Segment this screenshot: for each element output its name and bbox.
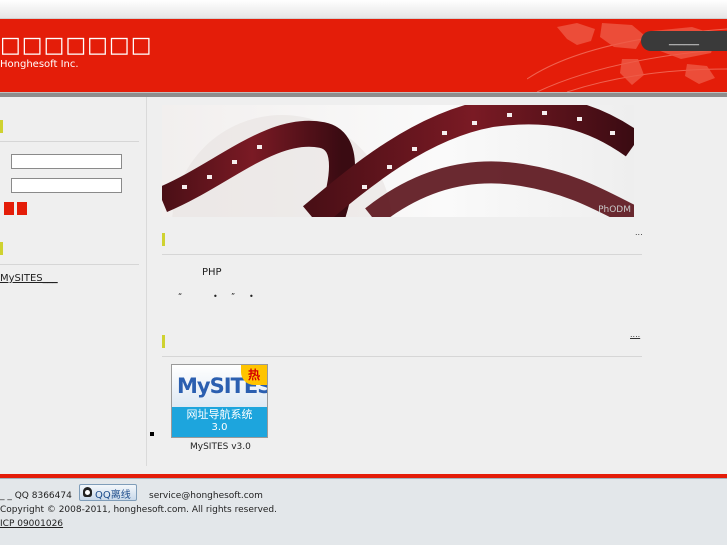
sidebar-section-marker-links: [0, 242, 3, 255]
product-title-band: 网址导航系统 3.0: [172, 407, 267, 437]
hot-badge: 热: [241, 365, 267, 385]
footer-copyright: Copyright © 2008-2011, honghesoft.com. A…: [0, 505, 278, 515]
product-chinese-title: 网址导航系统: [186, 408, 253, 421]
site-logo-title: □□□□□□□: [0, 33, 153, 58]
sidebar-divider: [0, 264, 139, 265]
banner-watermark: PhODM: [598, 205, 631, 215]
sidebar-link-mysites[interactable]: MySITES___: [0, 273, 58, 284]
site-header: □□□□□□□ Honghesoft Inc.: [0, 19, 727, 92]
site-logo-subtitle: Honghesoft Inc.: [0, 59, 79, 70]
footer-icp-link[interactable]: ICP 09001026: [0, 519, 63, 529]
section-marker-products: [162, 335, 165, 348]
footer-qq-text: _ _ QQ 8366474: [0, 491, 72, 501]
top-bar: [0, 0, 727, 19]
qq-status-button[interactable]: QQ离线: [79, 484, 137, 501]
qq-button-label: QQ离线: [95, 490, 131, 501]
product-thumbnail-mysites[interactable]: MySITES 热 网址导航系统 3.0: [171, 364, 268, 438]
product-thumbnail-top: MySITES 热: [172, 365, 267, 407]
footer-email[interactable]: service@honghesoft.com: [149, 491, 263, 501]
more-link-products[interactable]: ....: [630, 330, 640, 339]
section-divider: [162, 356, 642, 357]
section-divider: [162, 254, 642, 255]
intro-quote-left: “: [178, 292, 183, 301]
sidebar-section-marker-login: [0, 120, 3, 133]
intro-text: PHP: [202, 267, 222, 278]
username-input[interactable]: [11, 154, 122, 169]
product-version-badge: 3.0: [211, 422, 228, 433]
intro-quote-right: ”: [231, 292, 236, 301]
register-button[interactable]: [17, 202, 27, 215]
product-caption[interactable]: MySITES v3.0: [190, 442, 251, 452]
login-button[interactable]: [4, 202, 14, 215]
list-bullet: [150, 432, 154, 436]
section-marker-about: [162, 233, 165, 246]
world-map-graphic: [527, 23, 727, 92]
qq-penguin-icon: [83, 487, 92, 497]
intro-dot: •: [249, 292, 254, 301]
film-reel-graphic: [162, 105, 634, 217]
sidebar-divider: [0, 141, 139, 142]
more-link-about[interactable]: ...: [635, 228, 643, 237]
intro-dot: •: [213, 292, 218, 301]
header-nav-button[interactable]: ______: [641, 31, 727, 51]
banner-image: PhODM: [162, 105, 634, 217]
password-input[interactable]: [11, 178, 122, 193]
